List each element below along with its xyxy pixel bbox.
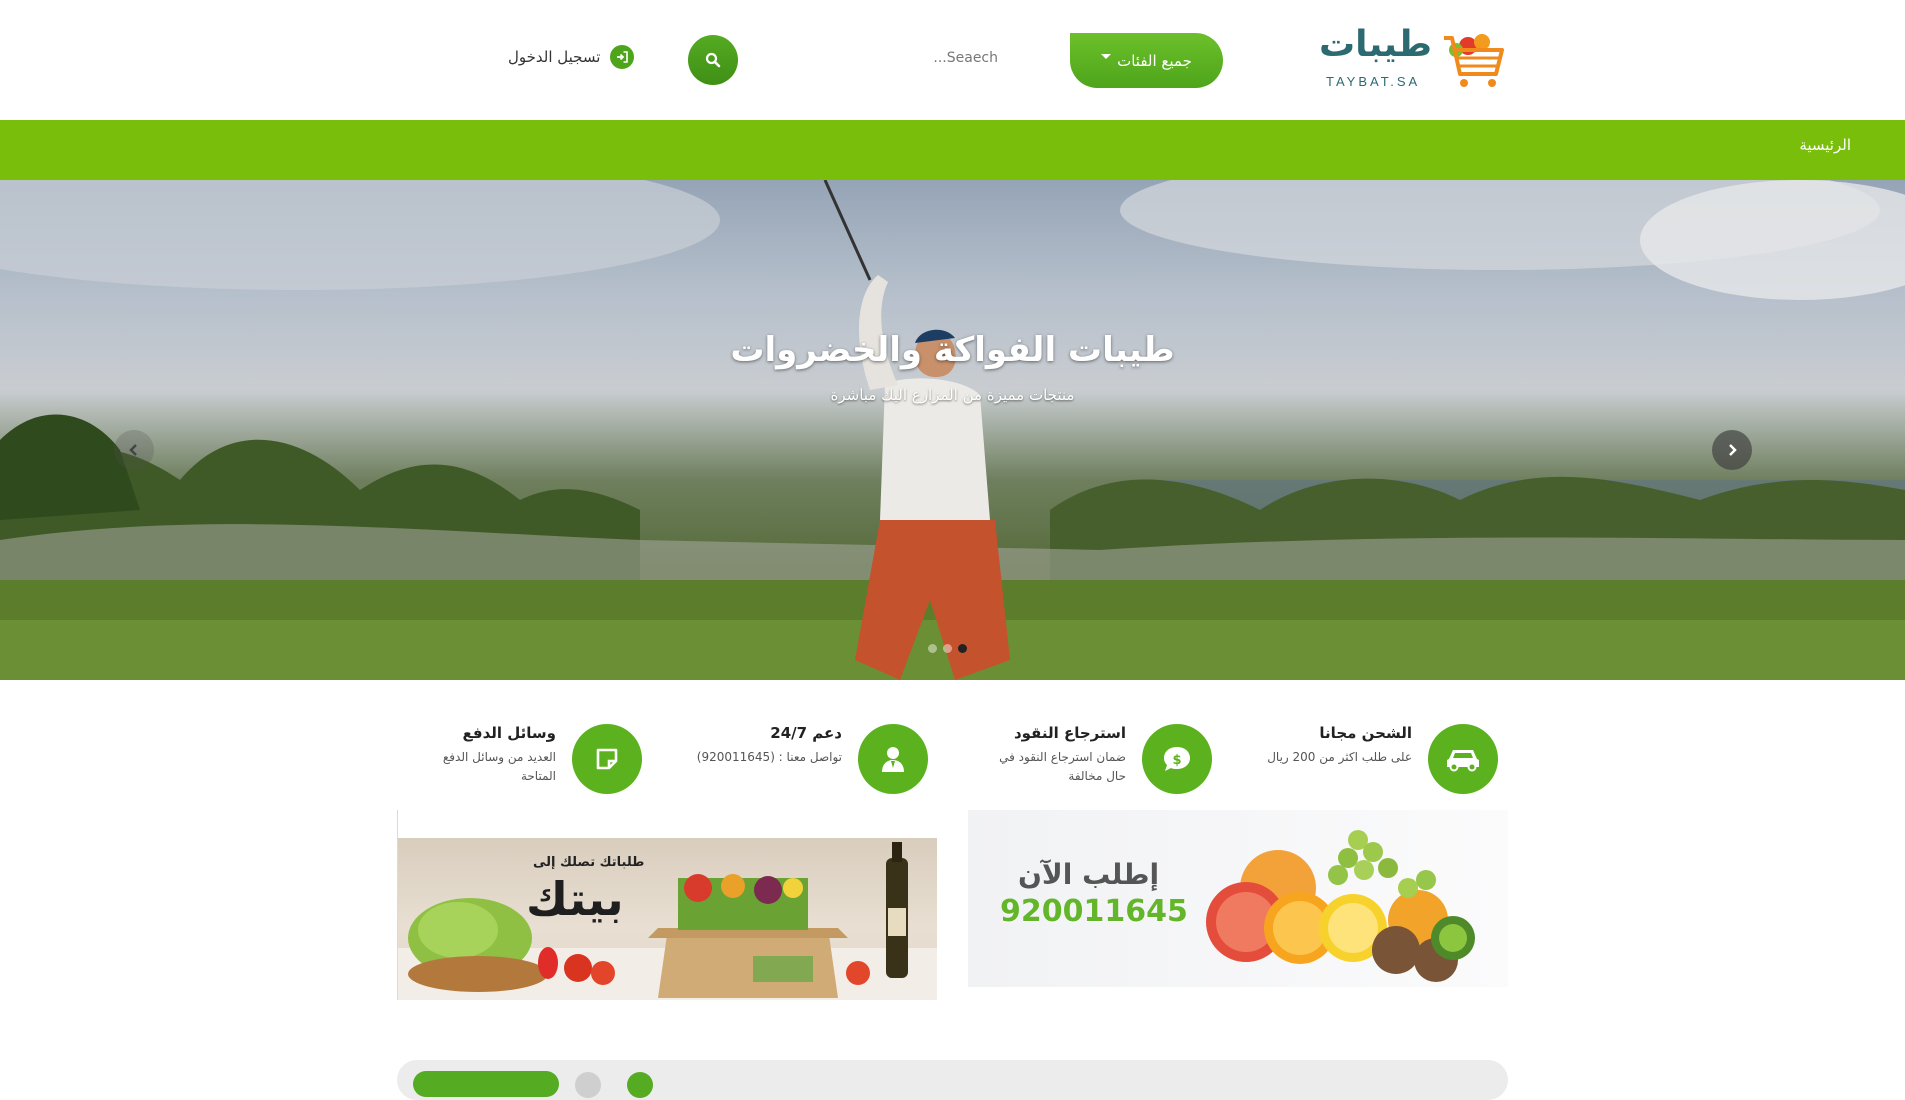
feature-desc: تواصل معنا : (920011645) bbox=[696, 750, 842, 764]
hero-slider: طيبات الفواكة والخضروات منتجات مميزة من … bbox=[0, 180, 1905, 680]
main-navbar: الرئيسية bbox=[0, 120, 1905, 180]
feature-title: دعم 24/7 bbox=[770, 724, 842, 742]
car-icon bbox=[1428, 724, 1498, 794]
fruits-image bbox=[1206, 830, 1475, 982]
sign-in-icon bbox=[610, 45, 635, 69]
promo-banner-home-delivery[interactable]: طلباتك تصلك إلى بيتك bbox=[397, 810, 937, 1000]
grocery-box-image bbox=[398, 838, 937, 1000]
chevron-right-icon bbox=[1729, 444, 1737, 456]
search-input[interactable] bbox=[720, 38, 1002, 78]
promo-banner-order-now[interactable]: إطلب الآن 920011645 bbox=[968, 810, 1508, 987]
login-link[interactable]: تسجيل الدخول bbox=[508, 44, 635, 70]
feature-desc: ضمان استرجاع النقود في حال مخالفة bbox=[999, 750, 1126, 783]
logo-english-text: TAYBAT.SA bbox=[1326, 74, 1421, 89]
slider-next-button[interactable] bbox=[1712, 430, 1752, 470]
chevron-left-icon bbox=[129, 444, 137, 456]
site-header: طيبات TAYBAT.SA جميع الفئات تسجيل bbox=[0, 0, 1905, 120]
caret-down-icon bbox=[1101, 54, 1112, 59]
slider-prev-button[interactable] bbox=[114, 430, 154, 470]
feature-support: دعم 24/7 تواصل معنا : (920011645) bbox=[697, 724, 928, 804]
order-now-title: إطلب الآن bbox=[1018, 858, 1160, 891]
search-icon bbox=[705, 52, 721, 68]
banner-tagline: طلباتك تصلك إلى bbox=[533, 855, 645, 870]
all-categories-dropdown[interactable]: جميع الفئات bbox=[1070, 33, 1223, 88]
feature-payment: وسائل الدفع العديد من وسائل الدفع المتاح… bbox=[420, 724, 642, 804]
hero-title: طيبات الفواكة والخضروات bbox=[730, 330, 1175, 370]
categories-label: جميع الفئات bbox=[1117, 51, 1192, 70]
feature-title: الشحن مجانا bbox=[1319, 724, 1412, 742]
product-tab[interactable] bbox=[627, 1072, 653, 1098]
hero-subtitle: منتجات مميزة من المزارع اليك مباشرة bbox=[830, 386, 1075, 404]
slider-dot[interactable] bbox=[928, 644, 937, 653]
feature-title: وسائل الدفع bbox=[462, 724, 556, 742]
order-phone-number: 920011645 bbox=[1000, 894, 1188, 929]
svg-text:$: $ bbox=[1172, 753, 1181, 768]
feature-title: استرجاع النقود bbox=[1013, 724, 1126, 742]
dollar-icon: $ bbox=[1142, 724, 1212, 794]
banner-headline: بيتك bbox=[526, 872, 624, 926]
product-tabs-bar bbox=[397, 1060, 1508, 1100]
product-tab[interactable] bbox=[575, 1072, 601, 1098]
login-label: تسجيل الدخول bbox=[508, 48, 601, 66]
hero-background-image bbox=[0, 180, 1905, 680]
nav-item-home[interactable]: الرئيسية bbox=[1799, 136, 1851, 154]
feature-free-shipping: الشحن مجانا على طلب اكثر من 200 ريال bbox=[1267, 724, 1498, 804]
feature-desc: على طلب اكثر من 200 ريال bbox=[1267, 750, 1412, 764]
slider-dots bbox=[928, 644, 967, 653]
site-logo[interactable]: طيبات TAYBAT.SA bbox=[1319, 24, 1510, 94]
feature-desc: العديد من وسائل الدفع المتاحة bbox=[442, 750, 556, 783]
cart-logo-icon bbox=[1444, 34, 1504, 87]
feature-money-back: $ استرجاع النقود ضمان استرجاع النقود في … bbox=[984, 724, 1212, 804]
support-agent-icon bbox=[858, 724, 928, 794]
logo-arabic-text: طيبات bbox=[1319, 24, 1432, 65]
product-tab-active[interactable] bbox=[413, 1071, 559, 1097]
slider-dot-active[interactable] bbox=[958, 644, 967, 653]
slider-dot[interactable] bbox=[943, 644, 952, 653]
search-button[interactable] bbox=[688, 35, 738, 85]
note-icon bbox=[572, 724, 642, 794]
